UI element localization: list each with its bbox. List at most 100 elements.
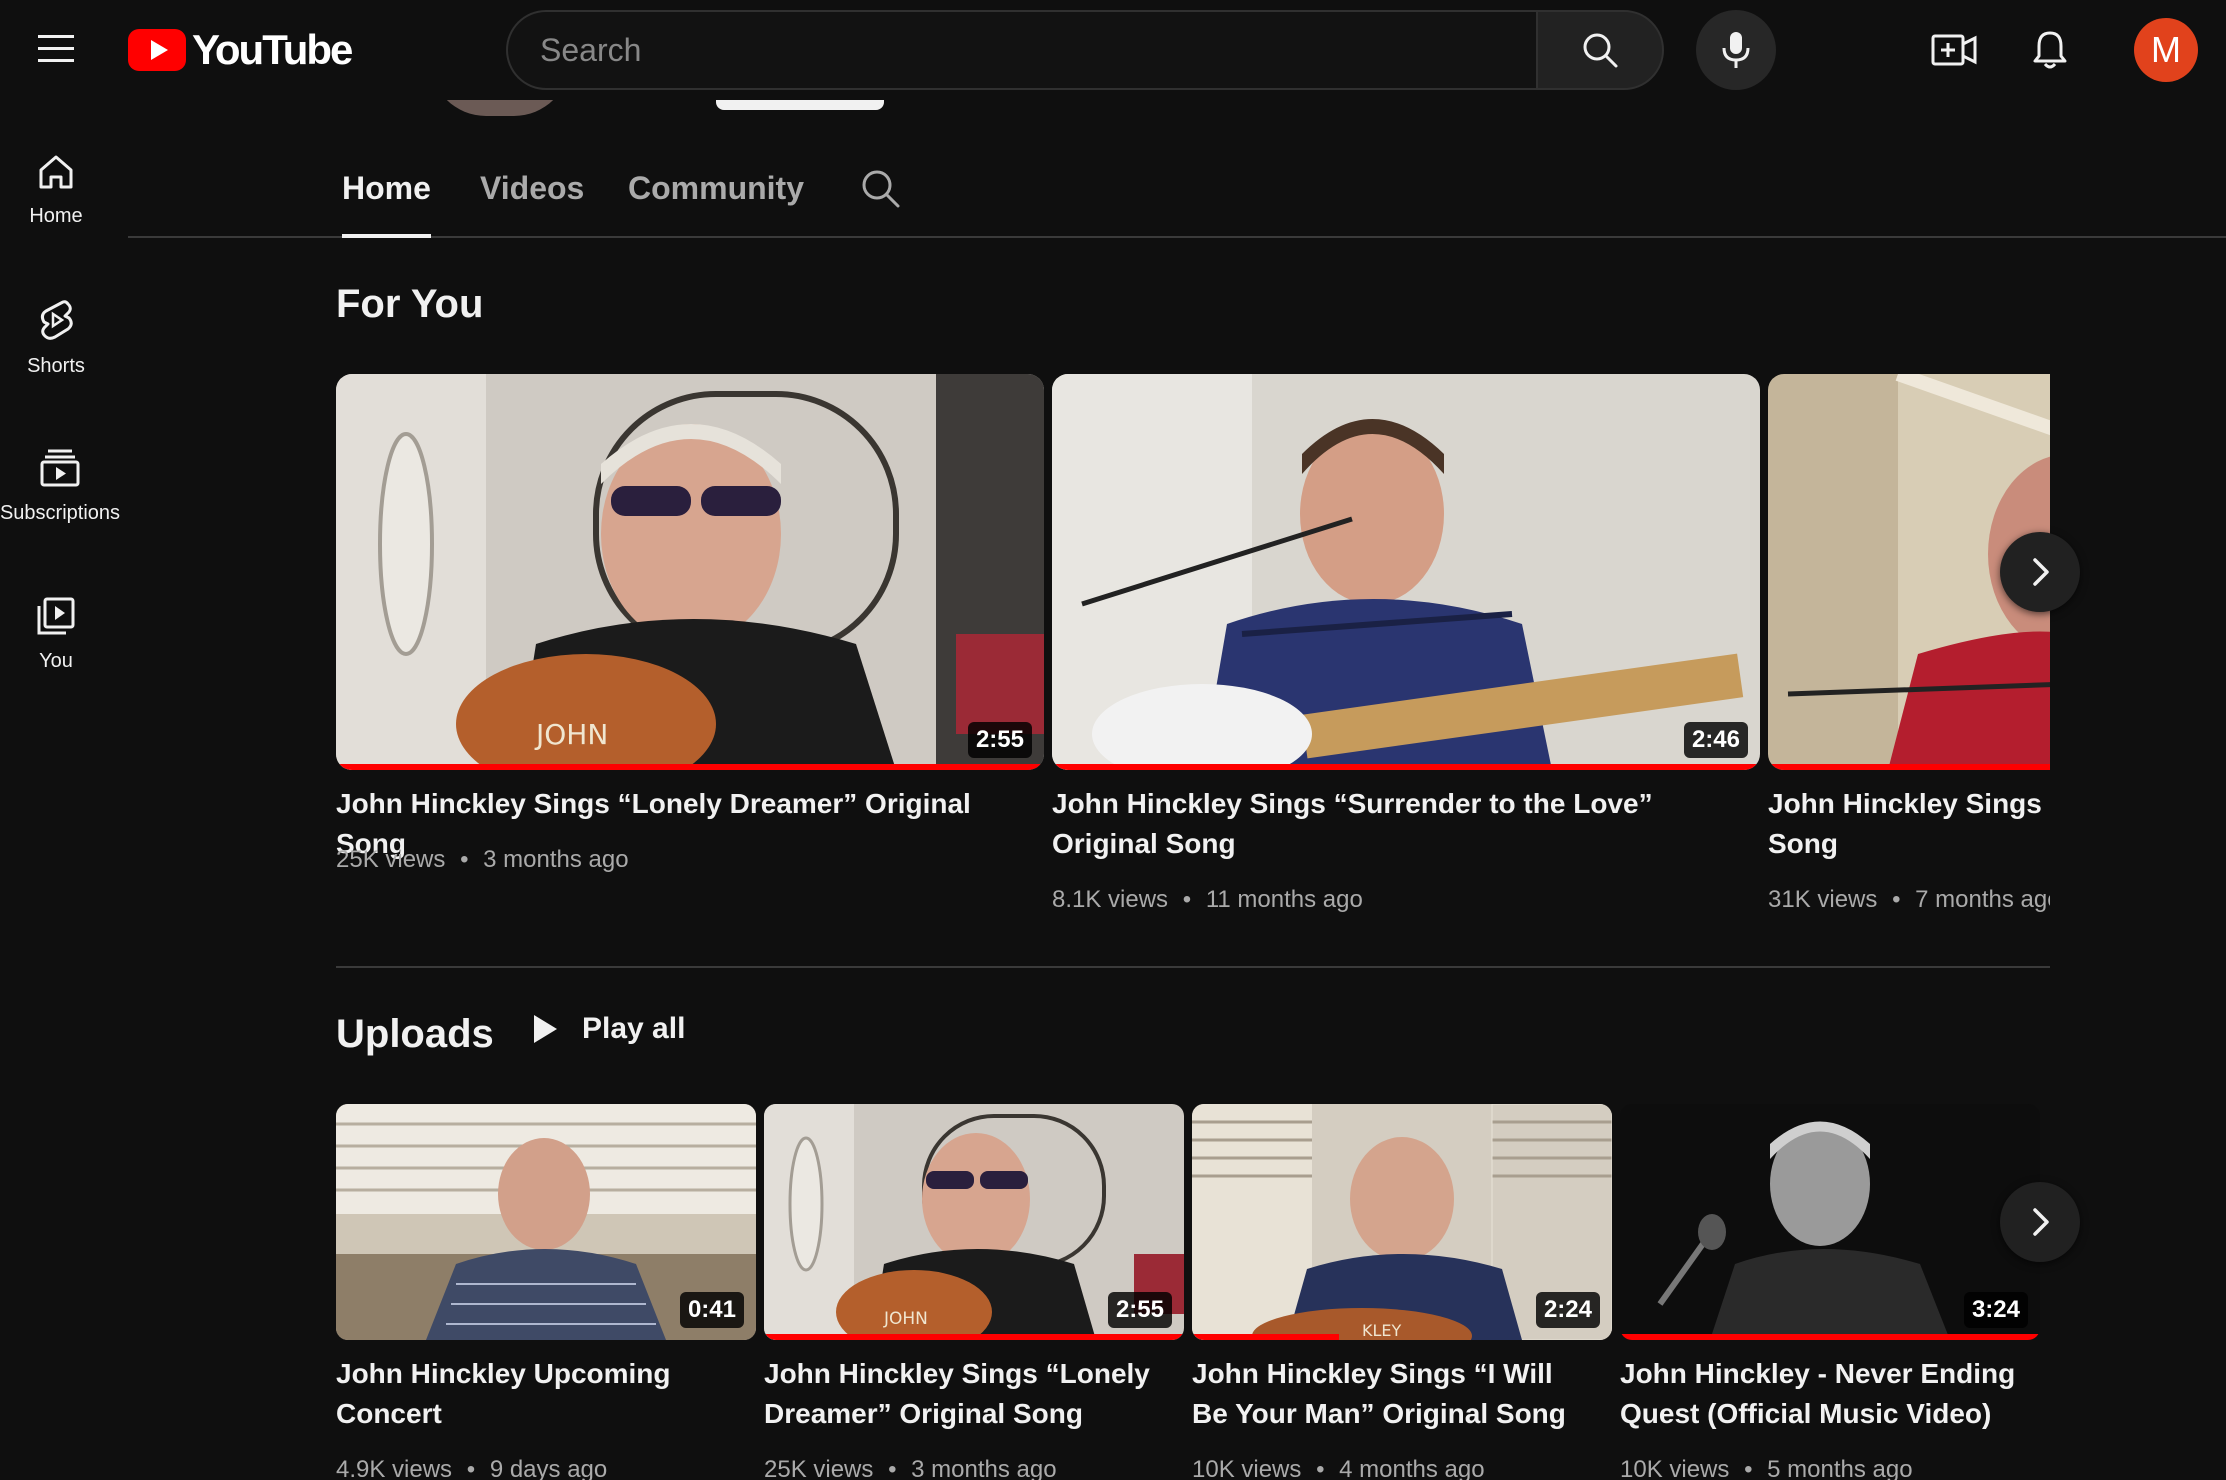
svg-text:JOHN: JOHN bbox=[534, 718, 608, 751]
watch-progress-bar bbox=[1620, 1334, 2040, 1340]
watch-progress-bar bbox=[1768, 764, 2050, 770]
channel-tabs: Home Videos Community bbox=[128, 150, 2226, 238]
tab-community[interactable]: Community bbox=[628, 170, 804, 238]
menu-icon[interactable] bbox=[30, 22, 82, 74]
video-title[interactable]: John Hinckley Sings “Lonely Dreamer” Ori… bbox=[764, 1354, 1164, 1434]
view-count: 25K views bbox=[336, 846, 446, 873]
meta-separator: • bbox=[1892, 886, 1901, 913]
search-icon bbox=[1583, 33, 1618, 68]
notifications-button[interactable] bbox=[2022, 22, 2078, 78]
video-title-line: Song bbox=[1768, 828, 1838, 859]
youtube-channel-page: YouTube Search M Home Shorts Subscriptio… bbox=[0, 0, 2226, 1480]
video-thumbnail[interactable]: JOHN 2:55 bbox=[336, 374, 1044, 770]
video-title-line: John Hinckley Sings “F bbox=[1768, 788, 2050, 819]
video-title[interactable]: John Hinckley - Never Ending Quest (Offi… bbox=[1620, 1354, 2020, 1434]
microphone-icon bbox=[1722, 32, 1750, 68]
shorts-icon bbox=[40, 299, 73, 340]
thumbnail-image: JOHN bbox=[336, 374, 1044, 770]
video-thumbnail[interactable]: 2:46 bbox=[1052, 374, 1760, 770]
video-thumbnail[interactable]: JOHN 2:55 bbox=[764, 1104, 1184, 1340]
video-meta: 25K views • 3 months ago bbox=[764, 1456, 1057, 1480]
svg-text:KLEY: KLEY bbox=[1362, 1321, 1402, 1340]
sidebar-item-label: You bbox=[39, 649, 73, 672]
video-card[interactable]: 3:24 John Hinckley - Never Ending Quest … bbox=[1620, 1104, 2040, 1480]
view-count: 31K views bbox=[1768, 886, 1878, 913]
youtube-play-logo-icon bbox=[128, 29, 186, 71]
youtube-logo[interactable]: YouTube bbox=[128, 26, 353, 74]
video-card[interactable]: 0:41 John Hinckley Upcoming Concert 4.9K… bbox=[336, 1104, 756, 1480]
watch-progress-bar bbox=[1052, 764, 1760, 770]
upload-age: 4 months ago bbox=[1339, 1456, 1485, 1480]
video-card[interactable]: KLEY 2:24 John Hinckley Sings “I Will Be… bbox=[1192, 1104, 1612, 1480]
tab-videos[interactable]: Videos bbox=[480, 170, 584, 238]
video-title[interactable]: John Hinckley Upcoming Concert bbox=[336, 1354, 736, 1434]
sidebar-item-shorts[interactable]: Shorts bbox=[0, 278, 112, 398]
view-count: 25K views bbox=[764, 1456, 874, 1480]
watch-progress-bar bbox=[764, 1334, 1184, 1340]
duration-badge: 2:55 bbox=[967, 722, 1032, 758]
section-divider bbox=[336, 966, 2050, 968]
play-all-label: Play all bbox=[582, 1012, 686, 1045]
meta-separator: • bbox=[460, 846, 469, 873]
create-button[interactable] bbox=[1926, 22, 1982, 78]
search-icon bbox=[862, 170, 900, 208]
thumbnail-image bbox=[1052, 374, 1760, 770]
duration-badge: 0:41 bbox=[679, 1292, 744, 1328]
video-title[interactable]: John Hinckley Sings “Surrender to the Lo… bbox=[1052, 784, 1752, 864]
video-card[interactable]: JOHN 2:55 John Hinckley Sings “Lonely Dr… bbox=[764, 1104, 1184, 1480]
home-icon bbox=[39, 155, 73, 188]
watch-progress-bar bbox=[1192, 1334, 1339, 1340]
video-thumbnail[interactable]: 3:24 bbox=[1620, 1104, 2040, 1340]
view-count: 10K views bbox=[1192, 1456, 1302, 1480]
upload-age: 11 months ago bbox=[1205, 886, 1363, 913]
create-video-icon bbox=[1931, 34, 1977, 66]
meta-separator: • bbox=[1182, 886, 1192, 913]
video-card[interactable]: 2:46 John Hinckley Sings “Surrender to t… bbox=[1052, 374, 1760, 934]
play-icon bbox=[534, 1015, 557, 1043]
video-thumbnail[interactable]: KLEY 2:24 bbox=[1192, 1104, 1612, 1340]
for-you-next-button[interactable] bbox=[2000, 532, 2080, 612]
section-title-for-you: For You bbox=[336, 282, 484, 326]
upload-age: 5 months ago bbox=[1767, 1456, 1913, 1480]
search-input[interactable] bbox=[506, 10, 1536, 90]
view-count: 8.1K views bbox=[1052, 886, 1169, 913]
video-title[interactable]: John Hinckley Sings “F Song bbox=[1768, 784, 2050, 864]
chevron-right-icon bbox=[2033, 1208, 2049, 1236]
video-meta: 10K views • 5 months ago bbox=[1620, 1456, 1913, 1480]
upload-age: 7 months ago bbox=[1915, 886, 2050, 913]
search-button[interactable] bbox=[1536, 10, 1664, 90]
sidebar-item-label: Shorts bbox=[27, 354, 85, 377]
top-bar: YouTube Search M bbox=[0, 0, 2226, 100]
upload-age: 3 months ago bbox=[911, 1456, 1057, 1480]
duration-badge: 2:55 bbox=[1107, 1292, 1172, 1328]
subscriptions-icon bbox=[40, 449, 80, 486]
video-card[interactable]: JOHN 2:55 John Hinckley Sings “Lonely Dr… bbox=[336, 374, 1044, 894]
play-all-button[interactable]: Play all bbox=[530, 1012, 685, 1046]
search-bar bbox=[506, 10, 1664, 90]
chevron-right-icon bbox=[2033, 558, 2049, 586]
meta-separator: • bbox=[466, 1456, 476, 1480]
tab-home[interactable]: Home bbox=[342, 170, 431, 238]
video-meta: 4.9K views • 9 days ago bbox=[336, 1456, 607, 1480]
meta-separator: • bbox=[1744, 1456, 1753, 1480]
sidebar-item-home[interactable]: Home bbox=[0, 130, 112, 250]
logo-text: YouTube bbox=[192, 26, 353, 73]
uploads-next-button[interactable] bbox=[2000, 1182, 2080, 1262]
sidebar-item-subscriptions[interactable]: Subscriptions bbox=[0, 426, 120, 546]
upload-age: 9 days ago bbox=[489, 1456, 608, 1480]
video-card[interactable]: John Hinckley Sings “F Song 31K views • … bbox=[1768, 374, 2050, 934]
bell-icon bbox=[2033, 31, 2067, 69]
sidebar-item-label: Subscriptions bbox=[0, 501, 121, 524]
video-meta: 10K views • 4 months ago bbox=[1192, 1456, 1485, 1480]
sidebar-item-you[interactable]: You bbox=[0, 574, 112, 694]
video-thumbnail[interactable]: 0:41 bbox=[336, 1104, 756, 1340]
video-title[interactable]: John Hinckley Sings “I Will Be Your Man”… bbox=[1192, 1354, 1592, 1434]
duration-badge: 2:24 bbox=[1535, 1292, 1600, 1328]
svg-text:JOHN: JOHN bbox=[883, 1309, 928, 1329]
channel-search-button[interactable] bbox=[860, 168, 902, 215]
voice-search-button[interactable] bbox=[1696, 10, 1776, 90]
meta-separator: • bbox=[888, 1456, 897, 1480]
video-meta: 31K views • 7 months ago bbox=[1768, 886, 2050, 914]
watch-progress-bar bbox=[336, 764, 1044, 770]
account-avatar[interactable]: M bbox=[2134, 18, 2198, 82]
